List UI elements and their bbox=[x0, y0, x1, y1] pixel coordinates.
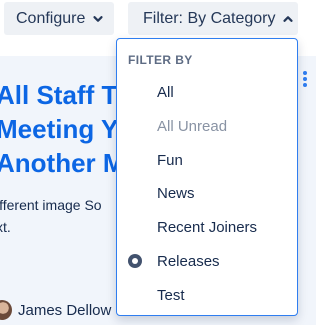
avatar bbox=[0, 300, 12, 320]
filter-option-fun[interactable]: Fun bbox=[117, 144, 297, 177]
filter-option-test[interactable]: Test bbox=[117, 279, 297, 312]
filter-option-all[interactable]: All bbox=[117, 76, 297, 109]
article-excerpt-line: xt. bbox=[0, 219, 11, 235]
filter-dropdown-menu: FILTER BY All All Unread Fun News Recent… bbox=[116, 38, 298, 316]
filter-option-label: News bbox=[157, 185, 195, 202]
filter-option-all-unread[interactable]: All Unread bbox=[117, 110, 297, 143]
chevron-up-icon bbox=[283, 15, 294, 22]
filter-option-label: All bbox=[157, 84, 174, 101]
filter-option-recent-joiners[interactable]: Recent Joiners bbox=[117, 211, 297, 244]
article-excerpt: ifferent image So xt. bbox=[0, 194, 102, 238]
configure-button[interactable]: Configure bbox=[4, 2, 114, 35]
filter-option-label: Releases bbox=[157, 253, 220, 270]
filter-option-label: Fun bbox=[157, 152, 183, 169]
filter-by-category-button[interactable]: Filter: By Category bbox=[128, 2, 298, 35]
filter-option-label: All Unread bbox=[157, 118, 228, 135]
author-name: James Dellow bbox=[18, 301, 112, 319]
filter-option-label: Recent Joiners bbox=[157, 219, 258, 236]
radio-selected-icon bbox=[128, 254, 142, 268]
filter-menu-heading: FILTER BY bbox=[128, 53, 193, 67]
chevron-down-icon bbox=[93, 15, 103, 22]
filter-option-label: Test bbox=[157, 287, 185, 304]
configure-button-label: Configure bbox=[16, 9, 86, 27]
article-author[interactable]: James Dellow bbox=[0, 300, 111, 320]
filter-option-releases[interactable]: Releases bbox=[117, 245, 297, 278]
more-vertical-icon[interactable] bbox=[302, 70, 308, 88]
article-excerpt-line: ifferent image So bbox=[0, 197, 102, 213]
filter-option-news[interactable]: News bbox=[117, 177, 297, 210]
filter-button-label: Filter: By Category bbox=[143, 9, 276, 27]
